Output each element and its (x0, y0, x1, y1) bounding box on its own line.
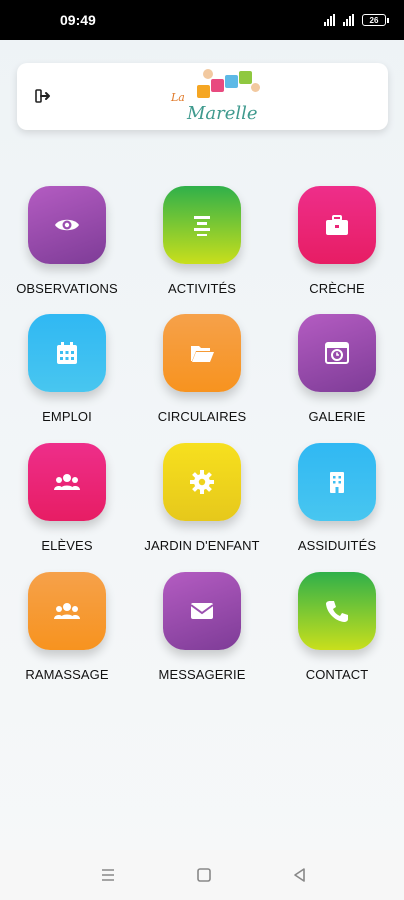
messagerie-tile[interactable] (163, 572, 241, 650)
battery-level: 26 (369, 15, 379, 25)
status-bar: 09:49 26 (0, 0, 404, 40)
circulaires-tile[interactable] (163, 314, 241, 392)
menu-label: EMPLOI (42, 409, 92, 424)
envelope-icon (190, 603, 214, 619)
ramassage-tile[interactable] (28, 572, 106, 650)
menu-label: ELÈVES (41, 538, 93, 553)
menu-label: GALERIE (308, 409, 366, 424)
gear-icon (190, 470, 214, 494)
logo-la: La (171, 91, 185, 104)
calendar-clock-icon (325, 342, 349, 364)
observations-tile[interactable] (28, 186, 106, 264)
menu-label: CIRCULAIRES (157, 409, 247, 424)
signal-icon-2 (343, 14, 354, 26)
activites-tile[interactable] (163, 186, 241, 264)
menu-label: CRÈCHE (309, 281, 365, 296)
menu-label: JARDIN D'ENFANT (144, 538, 260, 553)
menu-label: ASSIDUITÉS (297, 538, 377, 553)
users-icon (54, 474, 80, 490)
users-icon (54, 603, 80, 619)
emploi-tile[interactable] (28, 314, 106, 392)
menu-label: ACTIVITÉS (167, 281, 237, 296)
align-center-icon (194, 216, 210, 236)
battery-icon: 26 (362, 14, 389, 26)
folder-open-icon (191, 346, 214, 362)
creche-tile[interactable] (298, 186, 376, 264)
eleves-tile[interactable] (28, 443, 106, 521)
app-logo: La Marelle (167, 67, 267, 127)
menu-label: CONTACT (305, 667, 369, 682)
assiduites-tile[interactable] (298, 443, 376, 521)
menu-label: OBSERVATIONS (16, 281, 118, 296)
status-icons: 26 (324, 14, 389, 26)
system-nav-bar (0, 850, 404, 900)
jardin-enfant-tile[interactable] (163, 443, 241, 521)
briefcase-icon (326, 215, 348, 235)
header-card: La Marelle (17, 63, 388, 130)
status-time: 09:49 (60, 12, 96, 28)
building-icon (330, 472, 344, 493)
logout-icon[interactable] (35, 89, 51, 103)
menu-label: MESSAGERIE (158, 667, 246, 682)
eye-icon (55, 219, 79, 231)
menu-label: RAMASSAGE (25, 667, 109, 682)
home-square-icon[interactable] (195, 866, 213, 884)
galerie-tile[interactable] (298, 314, 376, 392)
contact-tile[interactable] (298, 572, 376, 650)
signal-icon (324, 14, 335, 26)
back-triangle-icon[interactable] (291, 866, 309, 884)
phone-icon (326, 601, 348, 622)
logo-name: Marelle (187, 103, 258, 124)
menu-icon[interactable] (99, 866, 117, 884)
calendar-icon (57, 342, 77, 364)
